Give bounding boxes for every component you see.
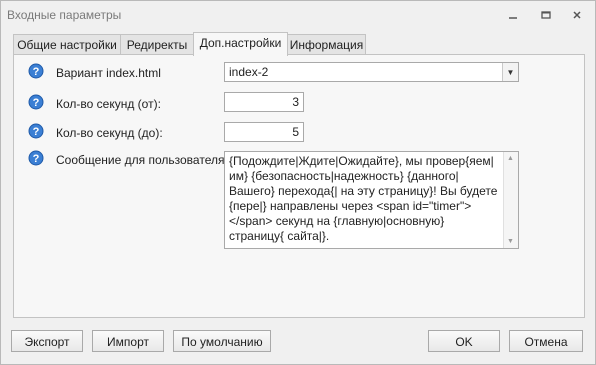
dropdown-arrow-icon[interactable]: ▼	[502, 63, 518, 81]
tab-information[interactable]: Информация	[287, 34, 366, 55]
variant-value: index-2	[229, 65, 269, 79]
window-title: Входные параметры	[7, 8, 122, 22]
message-scrollbar[interactable]: ▲ ▼	[503, 152, 518, 248]
message-label: Сообщение для пользователя:	[56, 153, 228, 167]
dialog-window: Входные параметры Общие настройки Редире…	[0, 0, 596, 365]
seconds-to-value: 5	[292, 125, 299, 139]
close-icon[interactable]	[566, 7, 588, 23]
help-icon[interactable]: ?	[28, 94, 44, 110]
seconds-to-input[interactable]: 5	[224, 122, 304, 142]
title-bar: Входные параметры	[1, 1, 595, 29]
seconds-to-label: Кол-во секунд (до):	[56, 126, 163, 140]
scroll-down-icon[interactable]: ▼	[507, 238, 514, 245]
seconds-from-input[interactable]: 3	[224, 92, 304, 112]
help-icon[interactable]: ?	[28, 123, 44, 139]
seconds-from-value: 3	[292, 95, 299, 109]
ok-button[interactable]: OK	[428, 330, 500, 352]
variant-label: Вариант index.html	[56, 66, 161, 80]
message-textarea[interactable]: {Подождите|Ждите|Ожидайте}, мы провер{яе…	[224, 151, 519, 249]
tab-general-settings[interactable]: Общие настройки	[13, 34, 121, 55]
svg-text:?: ?	[33, 66, 40, 78]
tab-additional-settings[interactable]: Доп.настройки	[193, 32, 288, 56]
scroll-up-icon[interactable]: ▲	[507, 155, 514, 162]
import-button[interactable]: Импорт	[92, 330, 164, 352]
minimize-icon[interactable]	[502, 7, 524, 23]
help-icon[interactable]: ?	[28, 63, 44, 79]
message-value: {Подождите|Ждите|Ожидайте}, мы провер{яе…	[229, 154, 501, 243]
tab-redirects[interactable]: Редиректы	[120, 34, 194, 55]
export-button[interactable]: Экспорт	[11, 330, 83, 352]
default-button[interactable]: По умолчанию	[173, 330, 271, 352]
help-icon[interactable]: ?	[28, 150, 44, 166]
svg-text:?: ?	[33, 153, 40, 165]
svg-text:?: ?	[33, 126, 40, 138]
svg-text:?: ?	[33, 97, 40, 109]
maximize-icon[interactable]	[535, 7, 557, 23]
variant-select[interactable]: index-2 ▼	[224, 62, 519, 82]
seconds-from-label: Кол-во секунд (от):	[56, 97, 161, 111]
cancel-button[interactable]: Отмена	[509, 330, 583, 352]
